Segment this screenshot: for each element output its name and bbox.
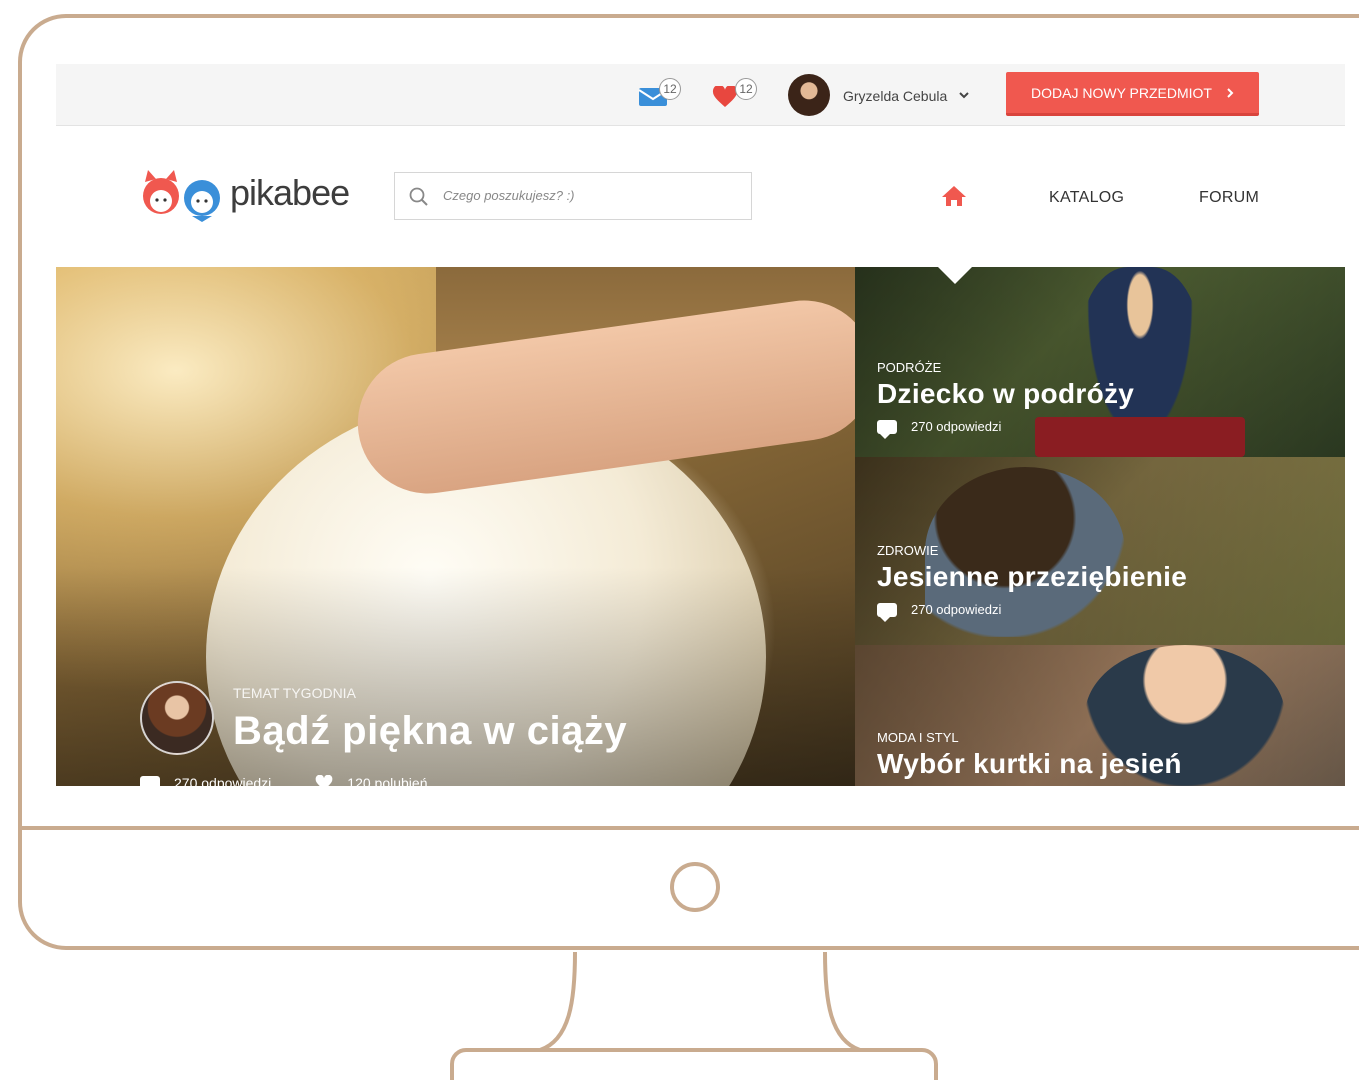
card-comments: 270 odpowiedzi <box>911 602 1002 617</box>
article-card[interactable]: MODA I STYL Wybór kurtki na jesień <box>855 645 1345 786</box>
card-title: Jesienne przeziębienie <box>877 561 1188 592</box>
article-card[interactable]: PODRÓŻE Dziecko w podróży 270 odpowiedzi <box>855 267 1345 457</box>
comment-icon <box>140 776 160 786</box>
search-icon <box>409 187 428 206</box>
add-item-button[interactable]: DODAJ NOWY PRZEDMIOT <box>1006 72 1259 116</box>
author-avatar[interactable] <box>140 681 214 755</box>
logo[interactable] <box>140 168 224 229</box>
home-icon <box>942 186 966 206</box>
user-name[interactable]: Gryzelda Cebula <box>843 88 947 104</box>
nav-katalog[interactable]: KATALOG <box>1049 189 1124 207</box>
user-toolbar: 12 12 Gryzelda Cebula DODAJ NOWY PRZEDMI… <box>56 64 1345 126</box>
chevron-down-icon[interactable] <box>958 88 970 106</box>
card-image-seat <box>1035 417 1245 457</box>
search-input[interactable]: Czego poszukujesz? :) <box>394 172 752 220</box>
comment-icon <box>877 419 897 439</box>
card-title: Wybór kurtki na jesień <box>877 748 1182 779</box>
card-category: ZDROWIE <box>877 543 939 558</box>
logo-text: pikabee <box>230 172 350 213</box>
add-item-button-label: DODAJ NOWY PRZEDMIOT <box>1031 84 1212 101</box>
chevron-right-icon <box>1227 87 1234 98</box>
article-card[interactable]: ZDROWIE Jesienne przeziębienie 270 odpow… <box>855 457 1345 645</box>
featured-article[interactable]: TEMAT TYGODNIA Bądź piękna w ciąży 270 o… <box>56 267 855 786</box>
monitor-power-icon <box>670 862 720 912</box>
favorites-count-badge: 12 <box>735 78 757 100</box>
heart-icon <box>315 775 333 786</box>
hero-comments: 270 odpowiedzi <box>174 775 272 786</box>
monitor-bezel-divider <box>18 826 1359 830</box>
card-meta: 270 odpowiedzi <box>877 419 1002 439</box>
nav-active-pointer <box>938 267 972 284</box>
hero-likes: 120 polubień <box>347 775 428 786</box>
comment-icon <box>877 602 897 622</box>
card-category: MODA I STYL <box>877 730 959 745</box>
hero-meta: 270 odpowiedzi 120 polubień <box>140 775 427 786</box>
card-category: PODRÓŻE <box>877 360 942 375</box>
card-title: Dziecko w podróży <box>877 378 1135 409</box>
nav-home[interactable] <box>941 185 967 212</box>
hero-title[interactable]: Bądź piękna w ciąży <box>233 709 627 754</box>
hero-category: TEMAT TYGODNIA <box>233 685 356 701</box>
logo-mascot-icon <box>143 170 220 222</box>
monitor-stand <box>440 950 950 1080</box>
messages-count-badge: 12 <box>659 78 681 100</box>
browser-screen: 12 12 Gryzelda Cebula DODAJ NOWY PRZEDMI… <box>56 64 1345 786</box>
card-comments: 270 odpowiedzi <box>911 419 1002 434</box>
card-meta: 270 odpowiedzi <box>877 602 1002 622</box>
search-placeholder: Czego poszukujesz? :) <box>443 188 575 203</box>
user-avatar[interactable] <box>788 74 830 116</box>
nav-forum[interactable]: FORUM <box>1199 189 1259 207</box>
